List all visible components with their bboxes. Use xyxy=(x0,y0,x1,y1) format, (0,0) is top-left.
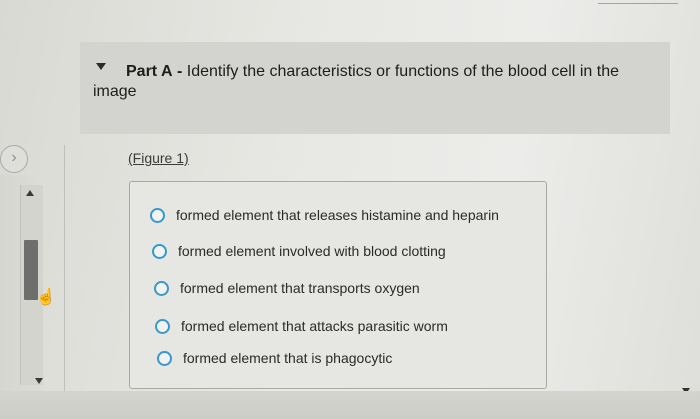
scroll-down-icon[interactable] xyxy=(35,378,43,384)
radio-button[interactable] xyxy=(150,207,165,223)
part-separator: - xyxy=(176,63,183,80)
option-row[interactable]: formed element that is phagocytic xyxy=(157,350,392,366)
top-link-underline[interactable] xyxy=(598,0,678,4)
scroll-up-icon[interactable] xyxy=(26,190,34,196)
option-row[interactable]: formed element that releases histamine a… xyxy=(150,207,499,223)
option-label: formed element that attacks parasitic wo… xyxy=(181,318,448,334)
option-row[interactable]: formed element involved with blood clott… xyxy=(152,243,446,259)
radio-button[interactable] xyxy=(155,318,170,334)
page: › ☝ Part A - Identify the characteristic… xyxy=(0,0,700,419)
options-box: formed element that releases histamine a… xyxy=(129,181,547,389)
hand-pointer-icon: ☝ xyxy=(36,289,56,306)
bottom-strip xyxy=(0,391,700,419)
figure-link[interactable]: (Figure 1) xyxy=(128,150,189,166)
panel-divider xyxy=(64,145,65,395)
option-label: formed element that transports oxygen xyxy=(180,280,420,296)
option-label: formed element that is phagocytic xyxy=(183,350,393,366)
option-label: formed element that releases histamine a… xyxy=(176,207,499,223)
part-title: Part A - Identify the characteristics or… xyxy=(93,62,653,102)
option-label: formed element involved with blood clott… xyxy=(178,243,446,259)
part-label: Part A xyxy=(126,63,173,80)
radio-button[interactable] xyxy=(154,280,169,296)
chevron-left-icon[interactable]: › xyxy=(0,145,28,173)
option-row[interactable]: formed element that transports oxygen xyxy=(154,280,420,296)
option-row[interactable]: formed element that attacks parasitic wo… xyxy=(155,318,448,334)
radio-button[interactable] xyxy=(157,350,172,366)
radio-button[interactable] xyxy=(152,243,167,259)
